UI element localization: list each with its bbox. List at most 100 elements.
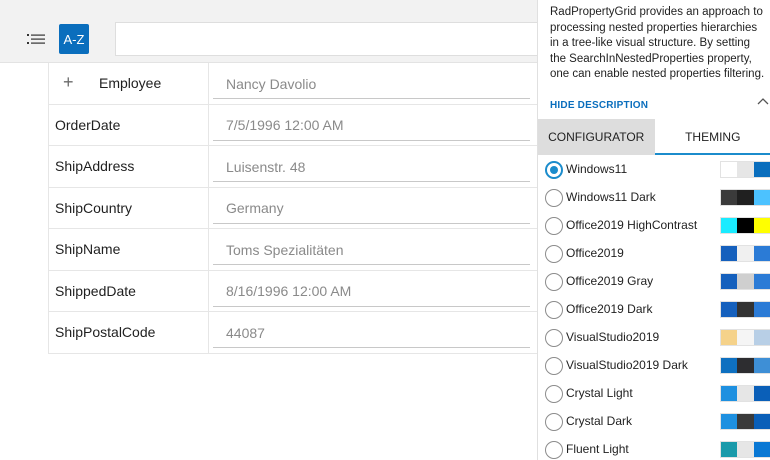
theme-swatches xyxy=(720,273,770,290)
property-name: Employee xyxy=(99,63,209,104)
tab-configurator[interactable]: CONFIGURATOR xyxy=(538,119,655,155)
theme-swatches xyxy=(720,189,770,206)
property-name: OrderDate xyxy=(55,104,209,145)
theme-radio[interactable] xyxy=(545,385,563,403)
color-swatch xyxy=(737,442,754,457)
property-row[interactable]: ShipName Toms Spezialitäten xyxy=(49,229,537,271)
color-swatch xyxy=(753,218,770,233)
theme-name: Windows11 xyxy=(566,162,628,176)
theme-option[interactable]: Fluent Light xyxy=(538,436,770,460)
theme-swatches xyxy=(720,245,770,262)
color-swatch xyxy=(721,386,738,401)
color-swatch xyxy=(753,386,770,401)
search-input[interactable] xyxy=(115,22,537,56)
color-swatch xyxy=(753,162,770,177)
color-swatch xyxy=(753,414,770,429)
property-row[interactable]: ShipCountry Germany xyxy=(49,187,537,229)
theme-option[interactable]: Windows11 Dark xyxy=(538,184,770,212)
property-grid: + Employee Nancy Davolio OrderDate 7/5/1996 … xyxy=(48,63,537,354)
theme-radio[interactable] xyxy=(545,245,563,263)
property-value-editor[interactable]: 8/16/1996 12:00 AM xyxy=(213,277,530,307)
property-value-editor[interactable]: Germany xyxy=(213,194,530,224)
theme-list: Windows11 Windows11 Dark Office2019 HighCo… xyxy=(538,156,770,460)
color-swatch xyxy=(721,162,738,177)
color-swatch xyxy=(737,246,754,261)
property-value-editor[interactable]: 44087 xyxy=(213,318,530,348)
property-row[interactable]: + Employee Nancy Davolio xyxy=(49,63,537,105)
theme-radio[interactable] xyxy=(545,273,563,291)
theme-option[interactable]: VisualStudio2019 Dark xyxy=(538,352,770,380)
theme-option[interactable]: Windows11 xyxy=(538,156,770,184)
categorize-button[interactable] xyxy=(22,22,50,58)
theme-option[interactable]: Office2019 HighContrast xyxy=(538,212,770,240)
theme-option[interactable]: VisualStudio2019 xyxy=(538,324,770,352)
color-swatch xyxy=(721,442,738,457)
theme-name: VisualStudio2019 Dark xyxy=(566,358,688,372)
theme-name: Office2019 xyxy=(566,246,624,260)
theme-name: Crystal Light xyxy=(566,386,633,400)
tab-theming[interactable]: THEMING xyxy=(654,119,770,155)
property-grid-toolbar: A-Z xyxy=(0,0,537,63)
theme-radio[interactable] xyxy=(545,441,563,459)
color-swatch xyxy=(753,330,770,345)
color-swatch xyxy=(737,190,754,205)
property-row[interactable]: OrderDate 7/5/1996 12:00 AM xyxy=(49,104,537,146)
theme-name: VisualStudio2019 xyxy=(566,330,660,344)
color-swatch xyxy=(721,190,738,205)
color-swatch xyxy=(753,190,770,205)
example-description: RadPropertyGrid provides an approach to … xyxy=(550,6,765,80)
property-row[interactable]: ShippedDate 8/16/1996 12:00 AM xyxy=(49,270,537,312)
theme-swatches xyxy=(720,385,770,402)
theme-radio[interactable] xyxy=(545,329,563,347)
color-swatch xyxy=(737,218,754,233)
color-swatch xyxy=(753,302,770,317)
color-swatch xyxy=(753,442,770,457)
property-value-editor[interactable]: Nancy Davolio xyxy=(213,69,530,99)
color-swatch xyxy=(737,414,754,429)
property-value-editor[interactable]: Toms Spezialitäten xyxy=(213,235,530,265)
theme-option[interactable]: Office2019 Dark xyxy=(538,296,770,324)
color-swatch xyxy=(753,274,770,289)
theme-option[interactable]: Crystal Light xyxy=(538,380,770,408)
property-name: ShipPostalCode xyxy=(55,312,209,353)
color-swatch xyxy=(737,386,754,401)
theme-name: Windows11 Dark xyxy=(566,190,656,204)
color-swatch xyxy=(737,330,754,345)
sort-alphabetical-button[interactable]: A-Z xyxy=(59,24,89,54)
chevron-up-icon[interactable] xyxy=(757,96,769,108)
color-swatch xyxy=(737,358,754,373)
hide-description-link[interactable]: HIDE DESCRIPTION xyxy=(550,100,648,111)
theme-option[interactable]: Office2019 Gray xyxy=(538,268,770,296)
theme-radio[interactable] xyxy=(545,301,563,319)
color-swatch xyxy=(737,302,754,317)
property-name: ShippedDate xyxy=(55,270,209,311)
theme-radio[interactable] xyxy=(545,357,563,375)
theme-radio[interactable] xyxy=(545,161,563,179)
theme-name: Crystal Dark xyxy=(566,414,633,428)
property-name: ShipName xyxy=(55,229,209,270)
color-swatch xyxy=(753,246,770,261)
color-swatch xyxy=(721,302,738,317)
theme-option[interactable]: Office2019 xyxy=(538,240,770,268)
property-value-editor[interactable]: Luisenstr. 48 xyxy=(213,152,530,182)
panel-tabs: CONFIGURATOR THEMING xyxy=(538,119,770,155)
property-row[interactable]: ShipPostalCode 44087 xyxy=(49,312,537,354)
theme-name: Office2019 HighContrast xyxy=(566,218,698,232)
theme-name: Office2019 Gray xyxy=(566,274,654,288)
theme-name: Office2019 Dark xyxy=(566,302,653,316)
theme-swatches xyxy=(720,217,770,234)
color-swatch xyxy=(721,330,738,345)
theme-option[interactable]: Crystal Dark xyxy=(538,408,770,436)
property-name: ShipAddress xyxy=(55,146,209,187)
theme-swatches xyxy=(720,441,770,458)
configurator-panel: RadPropertyGrid provides an approach to … xyxy=(537,0,770,460)
theme-name: Fluent Light xyxy=(566,442,629,456)
theme-radio[interactable] xyxy=(545,217,563,235)
theme-swatches xyxy=(720,357,770,374)
color-swatch xyxy=(721,246,738,261)
theme-radio[interactable] xyxy=(545,189,563,207)
property-row[interactable]: ShipAddress Luisenstr. 48 xyxy=(49,146,537,188)
expand-icon[interactable]: + xyxy=(63,72,74,93)
property-value-editor[interactable]: 7/5/1996 12:00 AM xyxy=(213,111,530,141)
theme-radio[interactable] xyxy=(545,413,563,431)
